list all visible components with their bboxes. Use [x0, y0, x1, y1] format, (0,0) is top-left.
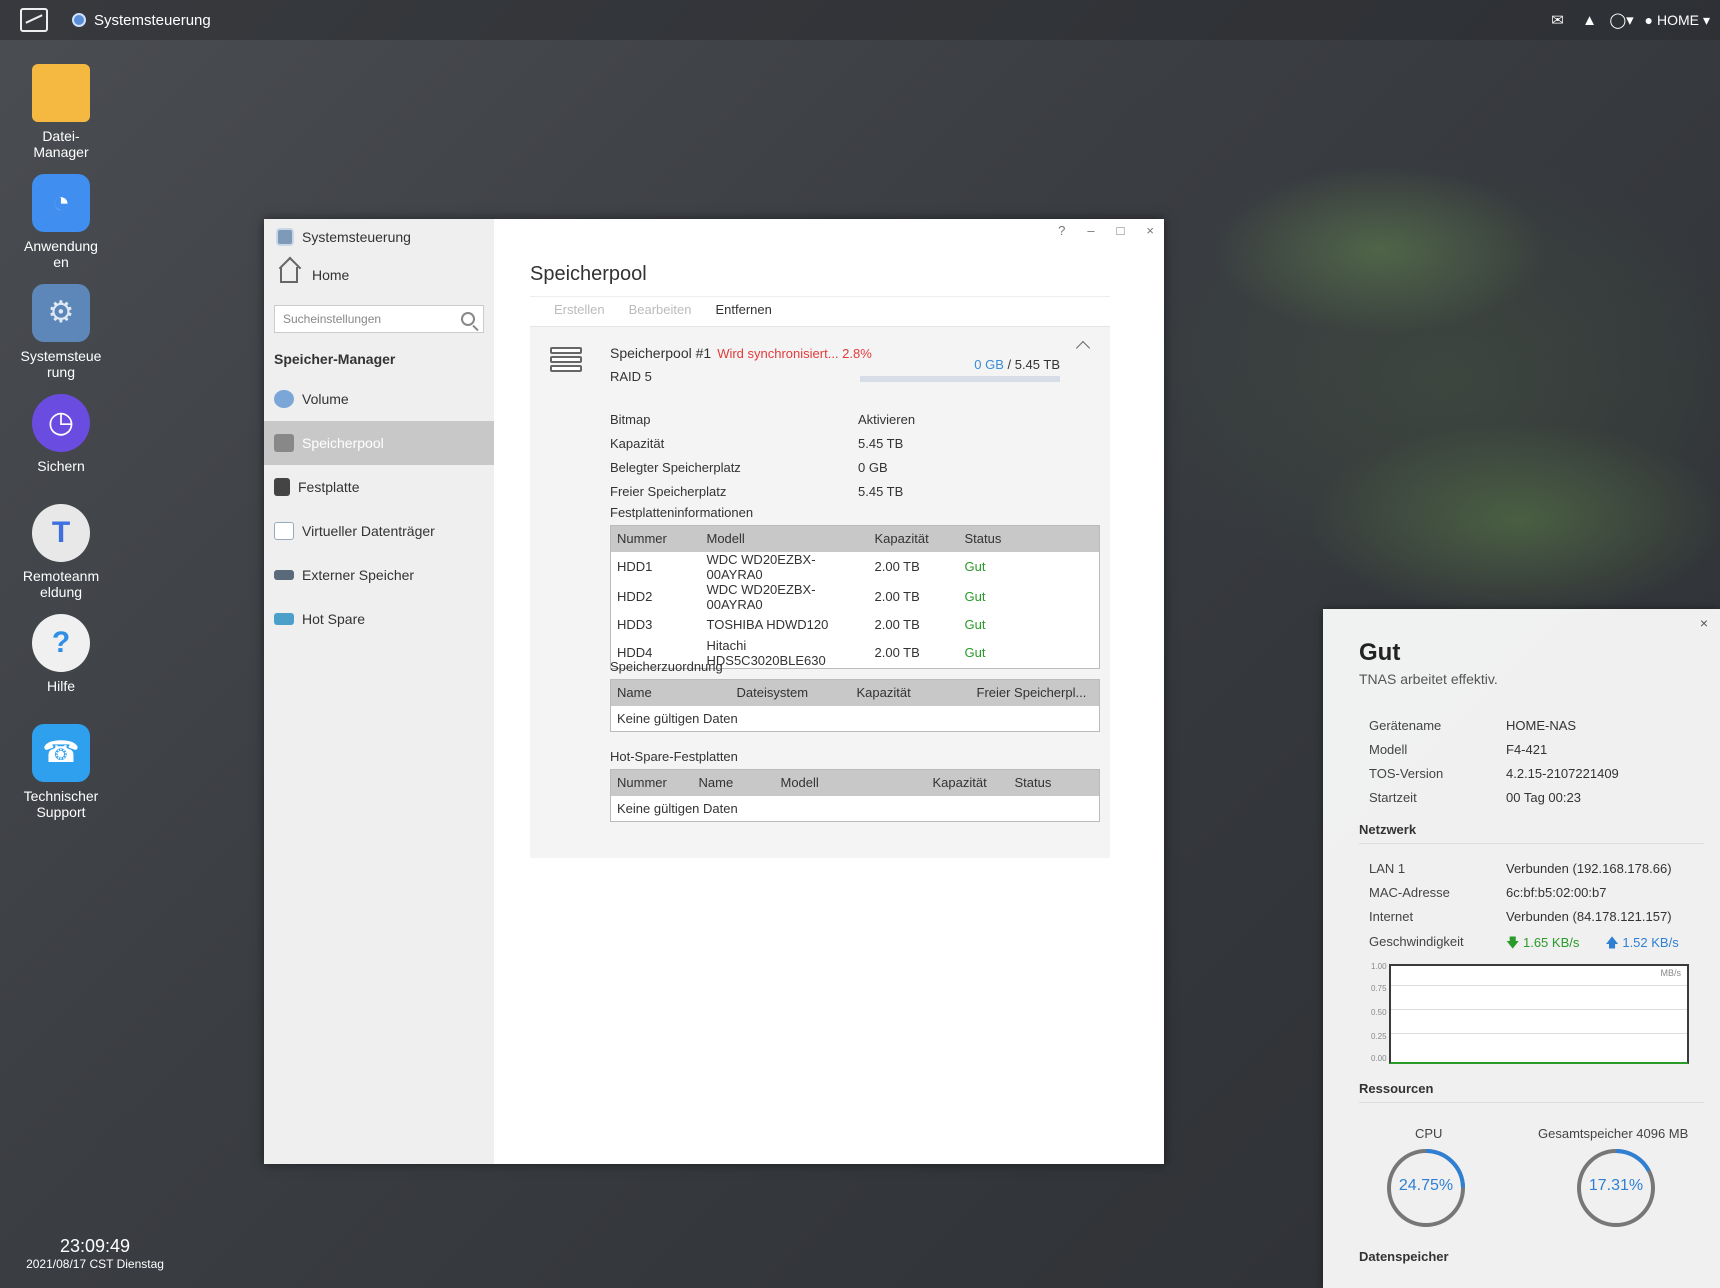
desktop-icon-control-panel[interactable]: ⚙ Systemsteue rung — [10, 284, 112, 380]
hot-spare-title: Hot-Spare-Festplatten — [610, 749, 738, 764]
main-content: ? – □ × Speicherpool Erstellen Bearbeite… — [530, 219, 1164, 1164]
folder-icon — [32, 64, 90, 122]
upload-speed: 🡅 1.52 KB/s — [1605, 935, 1679, 950]
user-menu[interactable]: ● HOME ▾ — [1645, 12, 1711, 29]
help-button[interactable]: ? — [1058, 223, 1065, 238]
collapse-chevron-icon[interactable] — [1075, 340, 1091, 356]
desktop-icon-file-manager[interactable]: Datei- Manager — [10, 64, 112, 160]
chevron-down-icon: ▾ — [1702, 11, 1710, 28]
desktop-icon-backup[interactable]: ◷ Sichern — [10, 394, 112, 474]
cloud-icon: T — [32, 504, 90, 562]
search-input[interactable]: Sucheinstellungen — [274, 305, 484, 333]
memory-label: Gesamtspeicher 4096 MB — [1538, 1126, 1689, 1141]
desktop-icon-support[interactable]: ☎ Technischer Support — [10, 724, 112, 820]
allocation-table: Name Dateisystem Kapazität Freier Speich… — [610, 679, 1100, 732]
status-panel: × Gut TNAS arbeitet effektiv. Gerätename… — [1323, 609, 1720, 1288]
taskbar-app-systemsteuerung[interactable]: Systemsteuerung — [72, 12, 211, 29]
desktop-icon-remote-login[interactable]: T Remoteanm eldung — [10, 504, 112, 600]
control-panel-window: Systemsteuerung Home Sucheinstellungen S… — [264, 219, 1164, 1164]
desktop-icon-label: Datei- Manager — [33, 128, 89, 160]
network-title: Netzwerk — [1359, 822, 1704, 844]
maximize-button[interactable]: □ — [1117, 223, 1125, 238]
status-title: Gut — [1359, 639, 1401, 666]
hot-spare-table: Nummer Name Modell Kapazität Status Kein… — [610, 769, 1100, 822]
cpu-label: CPU — [1415, 1126, 1443, 1141]
desktop-icon-label: Remoteanm eldung — [22, 568, 100, 600]
desktop-icon-label: Systemsteue rung — [20, 348, 102, 380]
close-button[interactable]: × — [1146, 223, 1154, 238]
start-menu-icon[interactable] — [20, 8, 48, 32]
sidebar-item-virtual-disk[interactable]: Virtueller Datenträger — [264, 509, 494, 553]
pool-name: Speicherpool #1 Wird synchronisiert... 2.… — [610, 345, 872, 361]
search-icon[interactable] — [461, 312, 475, 326]
disks-table: Nummer Modell Kapazität Status HDD1 WDC W… — [610, 525, 1100, 669]
window-title: Systemsteuerung — [264, 219, 494, 255]
sidebar-home[interactable]: Home — [264, 255, 494, 295]
memory-gauge: 17.31% — [1575, 1147, 1657, 1229]
edit-button[interactable]: Bearbeiten — [629, 302, 692, 317]
sidebar-item-disk[interactable]: Festplatte — [264, 465, 494, 509]
resources-title: Ressourcen — [1359, 1081, 1704, 1103]
hdd-icon — [274, 478, 290, 496]
close-icon[interactable]: × — [1700, 615, 1708, 631]
desktop-clock: 23:09:49 2021/08/17 CST Dienstag — [26, 1236, 164, 1271]
sidebar-section-title: Speicher-Manager — [274, 351, 396, 367]
external-drive-icon — [274, 570, 294, 580]
empty-row: Keine gültigen Daten — [617, 710, 738, 726]
headset-icon: ☎ — [32, 724, 90, 782]
allocation-title: Speicherzuordnung — [610, 659, 723, 674]
globe-icon[interactable]: ◯▾ — [1609, 11, 1633, 29]
cpu-gauge: 24.75% — [1385, 1147, 1467, 1229]
clock-icon: ◷ — [32, 394, 90, 452]
desktop-icon-apps[interactable]: ◔ Anwendung en — [10, 174, 112, 270]
home-icon — [280, 267, 298, 283]
storage-pool-card: Speicherpool #1 Wird synchronisiert... 2.… — [530, 326, 1110, 858]
desktop-icon-label: Technischer Support — [23, 788, 99, 820]
raid-level: RAID 5 — [610, 369, 652, 384]
speed-row: Geschwindigkeit 🡇 1.65 KB/s 🡅 1.52 KB/s — [1369, 934, 1709, 956]
gear-icon: ⚙ — [32, 284, 90, 342]
window-controls: ? – □ × — [1058, 223, 1154, 238]
download-speed: 🡇 1.65 KB/s — [1506, 935, 1580, 950]
empty-row: Keine gültigen Daten — [617, 800, 738, 816]
desktop-icon-label: Sichern — [37, 458, 85, 474]
storage-icon — [274, 434, 294, 452]
desktop-icon-help[interactable]: ? Hilfe — [10, 614, 112, 694]
table-row[interactable]: HDD1 WDC WD20EZBX-00AYRA0 2.00 TB Gut — [611, 552, 1100, 582]
pool-usage-bar — [860, 376, 1060, 382]
taskbar: Systemsteuerung ✉ ▲ ◯▾ ● HOME ▾ — [0, 0, 1720, 40]
pool-capacity: 0 GB / 5.45 TB — [974, 357, 1060, 372]
storage-title: Datenspeicher — [1359, 1249, 1449, 1264]
pool-properties: Bitmap Aktivieren Kapazität 5.45 TB Belegt… — [610, 411, 916, 499]
control-panel-icon — [276, 228, 294, 246]
bag-icon: ◔ — [32, 174, 90, 232]
sidebar-item-hot-spare[interactable]: Hot Spare — [264, 597, 494, 641]
hot-spare-icon — [274, 613, 294, 625]
control-panel-icon — [72, 13, 86, 27]
create-button[interactable]: Erstellen — [554, 302, 605, 317]
network-graph: MB/s 1.00 0.75 0.50 0.25 0.00 — [1371, 962, 1689, 1064]
pie-icon — [274, 390, 294, 408]
sync-status: Wird synchronisiert... 2.8% — [717, 346, 872, 361]
user-icon: ● — [1644, 12, 1653, 28]
remove-button[interactable]: Entfernen — [715, 302, 771, 317]
storage-pool-icon — [550, 347, 582, 379]
sidebar-item-external-storage[interactable]: Externer Speicher — [264, 553, 494, 597]
virtual-disk-icon — [274, 522, 294, 540]
toolbar: Erstellen Bearbeiten Entfernen — [530, 296, 1110, 322]
table-row[interactable]: HDD2 WDC WD20EZBX-00AYRA0 2.00 TB Gut — [611, 582, 1100, 612]
sidebar-item-storage-pool[interactable]: Speicherpool — [264, 421, 494, 465]
sidebar: Systemsteuerung Home Sucheinstellungen S… — [264, 219, 494, 1164]
page-title: Speicherpool — [530, 263, 647, 285]
chat-icon[interactable]: ✉ — [1549, 11, 1567, 29]
bell-icon[interactable]: ▲ — [1581, 11, 1599, 29]
desktop-icon-label: Anwendung en — [24, 238, 98, 270]
table-row[interactable]: HDD3 TOSHIBA HDWD120 2.00 TB Gut — [611, 612, 1100, 638]
status-subtitle: TNAS arbeitet effektiv. — [1359, 671, 1498, 687]
sidebar-item-volume[interactable]: Volume — [264, 377, 494, 421]
disks-title: Festplatteninformationen — [610, 505, 754, 520]
minimize-button[interactable]: – — [1087, 223, 1094, 238]
desktop-icon-label: Hilfe — [46, 678, 75, 694]
help-icon: ? — [32, 614, 90, 672]
